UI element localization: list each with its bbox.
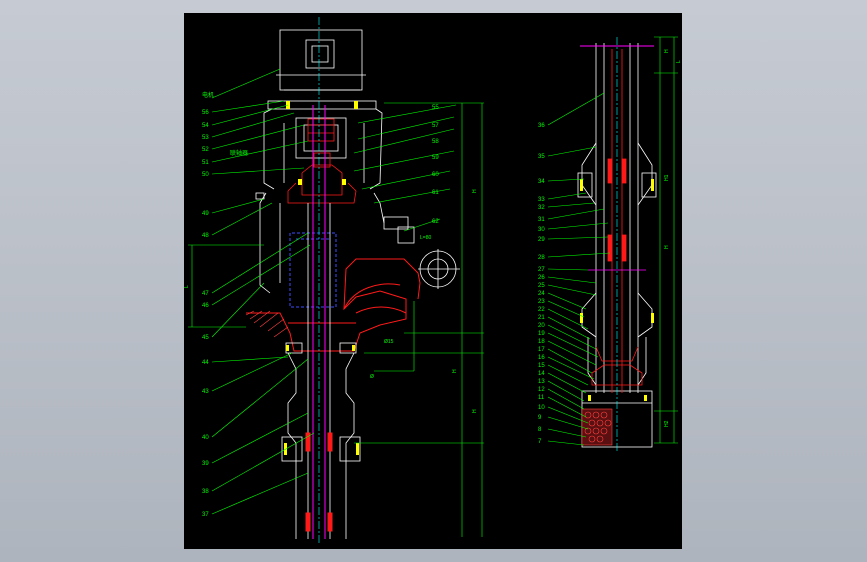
label-11: 11	[538, 395, 545, 401]
label-36: 36	[538, 123, 545, 129]
left-part-labels: 电机 56 54 53 52 51 联轴器 50 49 48 47 46 45 …	[202, 91, 439, 518]
label-53: 53	[202, 135, 209, 141]
label-43: 43	[202, 389, 209, 395]
label-29: 29	[538, 237, 545, 243]
dim-bore: Ø15	[384, 339, 394, 345]
label-51: 51	[202, 160, 209, 166]
label-18: 18	[538, 339, 545, 345]
label-13: 13	[538, 379, 545, 385]
volute-base-hatch	[245, 310, 289, 338]
dim-right-top: H	[664, 49, 670, 53]
label-35: 35	[538, 154, 545, 160]
dim-overall-length: H	[472, 189, 478, 193]
label-15: 15	[538, 363, 545, 369]
label-34: 34	[538, 179, 545, 185]
label-23: 23	[538, 299, 545, 305]
dim-diameter: Ø	[370, 374, 374, 380]
dim-height: H	[452, 369, 458, 373]
dim-left-span: L	[184, 285, 190, 288]
label-57: 57	[432, 123, 439, 129]
label-44: 44	[202, 360, 209, 366]
label-48: 48	[202, 233, 209, 239]
label-28: 28	[538, 255, 545, 261]
label-58: 58	[432, 139, 439, 145]
dim-right-h2: H2	[664, 420, 670, 427]
label-20: 20	[538, 323, 545, 329]
label-17: 17	[538, 347, 545, 353]
cad-drawing-viewport[interactable]: L H H H Ø Ø15 L=80 电机 56 54 53 52 51 联轴器…	[184, 13, 682, 549]
pump-assembly-drawing: L H H H Ø Ø15 L=80 电机 56 54 53 52 51 联轴器…	[184, 17, 682, 545]
column-flange-bolts	[284, 345, 359, 455]
label-59: 59	[432, 155, 439, 161]
right-assembly-view: H L H H1 H2 36 35 34 33 32 31 30 29 28 2…	[538, 36, 682, 453]
suction-strainer	[581, 408, 613, 446]
label-31: 31	[538, 217, 545, 223]
label-27: 27	[538, 267, 545, 273]
label-19: 19	[538, 331, 545, 337]
label-9: 9	[538, 415, 542, 421]
label-55: 55	[432, 105, 439, 111]
label-40: 40	[202, 435, 209, 441]
label-52: 52	[202, 147, 209, 153]
label-7: 7	[538, 439, 542, 445]
label-46: 46	[202, 303, 209, 309]
right-leaders	[547, 92, 611, 446]
volute-casing	[246, 258, 421, 352]
dim-right-overall: L	[676, 60, 682, 63]
label-62: 62	[432, 219, 439, 225]
label-54: 54	[202, 123, 209, 129]
label-32: 32	[538, 205, 545, 211]
label-38: 38	[202, 489, 209, 495]
dim-flange-length: L=80	[420, 235, 431, 241]
dim-column-length: H	[472, 409, 478, 413]
label-14: 14	[538, 371, 545, 377]
label-45: 45	[202, 335, 209, 341]
label-12: 12	[538, 387, 545, 393]
dim-right-h1: H1	[664, 174, 670, 181]
label-10: 10	[538, 405, 545, 411]
label-61: 61	[432, 190, 439, 196]
right-dimension-lines	[654, 36, 678, 444]
label-37: 37	[202, 512, 209, 518]
label-50: 50	[202, 172, 209, 178]
column-pipe	[281, 342, 361, 539]
dim-right-mid: H	[664, 245, 670, 249]
motor-flange-bolts	[286, 101, 358, 185]
label-30: 30	[538, 227, 545, 233]
discharge-flange	[418, 249, 460, 289]
label-25: 25	[538, 283, 545, 289]
pump-bracket	[255, 192, 415, 294]
label-39: 39	[202, 461, 209, 467]
label-22: 22	[538, 307, 545, 313]
label-60: 60	[432, 172, 439, 178]
motor-block	[267, 29, 377, 110]
label-motor: 电机	[202, 91, 214, 99]
label-21: 21	[538, 315, 545, 321]
label-24: 24	[538, 291, 545, 297]
label-49: 49	[202, 211, 209, 217]
label-33: 33	[538, 197, 545, 203]
right-dimension-text: H L H H1 H2	[664, 49, 682, 427]
label-coupling: 联轴器	[230, 149, 248, 157]
label-47: 47	[202, 291, 209, 297]
label-26: 26	[538, 275, 545, 281]
motor-stand	[263, 108, 383, 190]
label-16: 16	[538, 355, 545, 361]
right-part-labels: 36 35 34 33 32 31 30 29 28 27 26 25 24 2…	[538, 123, 545, 445]
label-8: 8	[538, 427, 542, 433]
label-56: 56	[202, 110, 209, 116]
left-assembly-view: L H H H Ø Ø15 L=80 电机 56 54 53 52 51 联轴器…	[184, 17, 484, 545]
